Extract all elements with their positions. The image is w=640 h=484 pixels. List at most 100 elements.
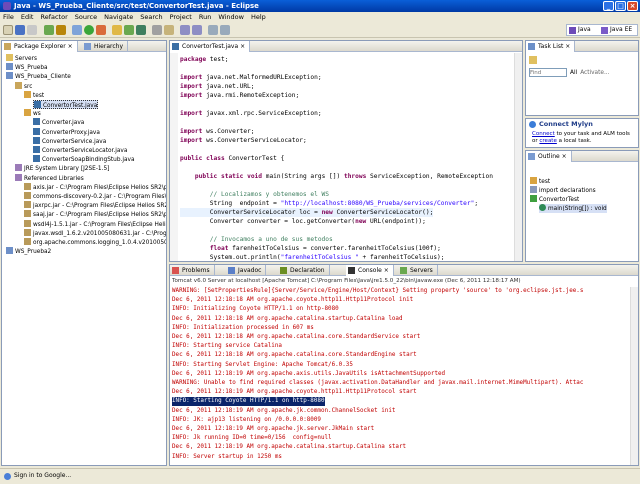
tab-outline[interactable]: Outline × [526, 151, 572, 162]
outline-item[interactable]: ConvertorTest [530, 195, 579, 204]
perspective-javaee[interactable]: Java EE [610, 25, 632, 35]
console-line: Dec 6, 2011 12:18:19 AM org.apache.coyot… [172, 389, 417, 396]
close-icon[interactable]: × [563, 43, 570, 50]
close-window-button[interactable]: × [627, 1, 638, 11]
tree-item[interactable]: src [15, 81, 32, 91]
menu-search[interactable]: Search [140, 13, 162, 21]
menu-help[interactable]: Help [251, 13, 266, 21]
tree-item[interactable]: Converter.java [33, 118, 84, 127]
main-toolbar: Java Java EE [0, 22, 640, 38]
close-icon[interactable]: × [66, 43, 73, 50]
tab-console[interactable]: Console × [346, 265, 394, 276]
tree-item[interactable]: commons-discovery-0.2.jar - C:\Program F… [24, 192, 166, 201]
tree-item[interactable]: JRE System Library [J2SE-1.5] [15, 164, 109, 173]
perspective-java[interactable]: Java [578, 25, 591, 35]
code-token: test; [206, 56, 229, 63]
tab-servers[interactable]: Servers [398, 265, 438, 276]
run-icon[interactable] [84, 25, 94, 35]
tab-task-list[interactable]: Task List × [526, 41, 576, 52]
tree-item[interactable]: ConverterService.java [33, 136, 106, 146]
maximize-button[interactable]: □ [615, 1, 626, 11]
new-package-icon[interactable] [124, 25, 134, 35]
tree-item[interactable]: test [24, 90, 45, 100]
console-scrollbar[interactable] [630, 287, 638, 465]
jar-icon [24, 228, 31, 236]
outline-item[interactable]: test [530, 177, 550, 186]
tab-package-explorer[interactable]: Package Explorer × [2, 41, 78, 52]
editor-panel: ConvertorTest.java × package test; import… [169, 40, 523, 262]
menu-run[interactable]: Run [199, 13, 211, 21]
tab-javadoc[interactable]: Javadoc [226, 265, 267, 276]
close-icon[interactable]: × [238, 43, 245, 50]
new-icon[interactable] [3, 25, 13, 35]
code-area[interactable]: package test; import java.net.MalformedUR… [180, 53, 514, 261]
close-icon[interactable]: × [382, 267, 389, 274]
menu-edit[interactable]: Edit [21, 13, 34, 21]
task-filter-all[interactable]: All [570, 68, 577, 78]
mylyn-create-link[interactable]: create [539, 138, 556, 144]
print-icon[interactable] [27, 25, 37, 35]
new-java-project-icon[interactable] [112, 25, 122, 35]
menu-navigate[interactable]: Navigate [104, 13, 133, 21]
external-tools-icon[interactable] [96, 25, 106, 35]
tree-item[interactable]: jaxrpc.jar - C:\Program Files\Eclipse He… [24, 201, 166, 210]
signin-link[interactable]: Sign in to Google... [14, 472, 71, 479]
tree-item[interactable]: WS_Prueba2 [6, 247, 51, 256]
code-token: throws [343, 173, 367, 180]
editor-scrollbar[interactable] [514, 53, 522, 261]
menu-window[interactable]: Window [218, 13, 244, 21]
jar-icon [24, 182, 31, 190]
menu-file[interactable]: File [3, 13, 14, 21]
tree-item[interactable]: Referenced Libraries [15, 173, 84, 183]
code-token: + farenheitToCelsius); [358, 254, 445, 261]
outline-item-label: main(String[]) : void [548, 206, 607, 212]
console-header: Tomcat v6.0 Server at localhost [Apache … [172, 278, 521, 284]
tree-item[interactable]: saaj.jar - C:\Program Files\Eclipse Heli… [24, 210, 166, 219]
tree-item[interactable]: ConvertorTest.java [33, 100, 99, 109]
tab-declaration[interactable]: Declaration [278, 265, 330, 276]
tree-item[interactable]: WS_Prueba_Cliente [6, 72, 71, 81]
new-task-icon[interactable] [529, 56, 537, 64]
tree-item[interactable]: axis.jar - C:\Program Files\Eclipse Heli… [24, 182, 166, 192]
back-icon[interactable] [208, 25, 218, 35]
debug-icon[interactable] [72, 25, 82, 35]
new-class-icon[interactable] [136, 25, 146, 35]
tree-item[interactable]: ConverterServiceLocator.java [33, 146, 127, 155]
annotation-prev-icon[interactable] [192, 25, 202, 35]
tree-item[interactable]: wsdl4j-1.5.1.jar - C:\Program Files\Ecli… [24, 219, 166, 229]
menu-project[interactable]: Project [170, 13, 192, 21]
code-token: import [180, 83, 203, 90]
search-icon[interactable] [164, 25, 174, 35]
tab-convertortest-java[interactable]: ConvertorTest.java × [170, 41, 251, 52]
console-line: INFO: Initialization processed in 607 ms [172, 324, 314, 331]
tree-item[interactable]: Servers [6, 54, 37, 63]
tree-item[interactable]: javax.wsdl_1.6.2.v201005080631.jar - C:\… [24, 228, 166, 238]
close-icon[interactable]: × [560, 153, 567, 160]
forward-icon[interactable] [220, 25, 230, 35]
tab-hierarchy[interactable]: Hierarchy [82, 41, 129, 52]
minimize-button[interactable]: _ [603, 1, 614, 11]
menu-source[interactable]: Source [75, 13, 97, 21]
task-activate[interactable]: Activate... [580, 68, 609, 78]
tab-problems[interactable]: Problems [170, 265, 215, 276]
open-type-icon[interactable] [152, 25, 162, 35]
tree-item[interactable]: WS_Prueba [6, 63, 48, 72]
annotation-next-icon[interactable] [180, 25, 190, 35]
tree-item-label: jaxrpc.jar - C:\Program Files\Eclipse He… [33, 203, 166, 210]
tree-item[interactable]: org.apache.commons.logging_1.0.4.v201005… [24, 238, 166, 247]
console-output[interactable]: WARNING: [SetPropertiesRule]{Server/Serv… [172, 287, 630, 463]
tree-item-label: test [33, 92, 45, 99]
code-line: import ws.Converter; [180, 127, 255, 136]
tree-item[interactable]: ConverterSoapBindingStub.java [33, 155, 135, 164]
outline-item[interactable]: import declarations [530, 186, 596, 195]
tree-item[interactable]: ws [24, 109, 41, 118]
mylyn-connect-link[interactable]: Connect [532, 131, 555, 137]
menu-refactor[interactable]: Refactor [40, 13, 67, 21]
save-icon[interactable] [15, 25, 25, 35]
build-icon[interactable] [56, 25, 66, 35]
server-icon[interactable] [44, 25, 54, 35]
task-find-input[interactable] [529, 68, 567, 77]
outline-item[interactable]: main(String[]) : void [539, 204, 607, 213]
tree-item-label: ws [33, 111, 41, 118]
tree-item[interactable]: ConverterProxy.java [33, 127, 100, 137]
